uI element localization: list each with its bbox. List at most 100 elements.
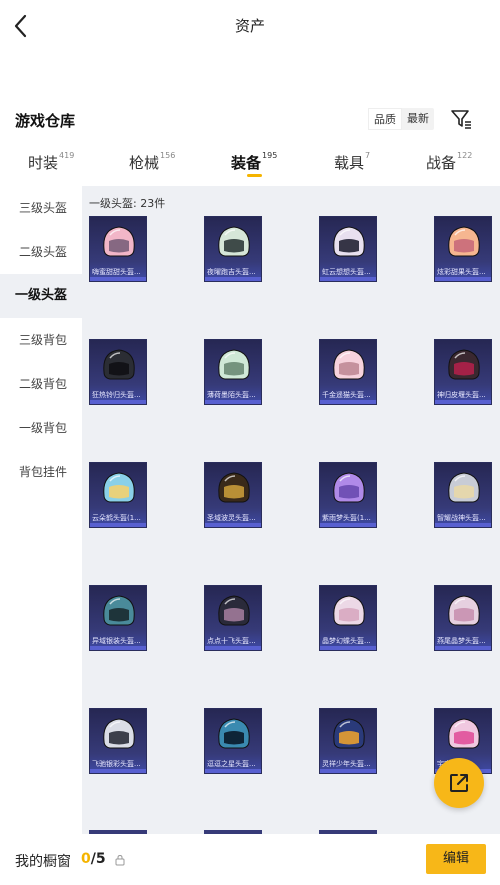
item-card[interactable]: 逗逗之星头盔... [204, 708, 262, 774]
helmet-icon [218, 472, 250, 503]
sort-latest-button[interactable]: 最新 [402, 108, 434, 130]
rarity-band [205, 400, 261, 404]
item-card[interactable]: 炫彩甜果头盔... [434, 216, 492, 282]
sidebar-item-level2-backpack[interactable]: 二级背包 [0, 362, 82, 406]
tab-label: 时装 [28, 154, 59, 172]
tab-count: 419 [59, 151, 75, 160]
item-card[interactable]: 灵祥少年头盔... [319, 708, 377, 774]
rarity-band [205, 277, 261, 281]
item-name: 千金遥猫头盔... [322, 391, 371, 399]
rarity-band [320, 523, 376, 527]
helmet-icon [333, 349, 365, 380]
item-card[interactable]: 燕尾晶梦头盔... [434, 585, 492, 651]
item-name: 异域银装头盔... [92, 637, 141, 645]
tab-count: 7 [365, 151, 371, 160]
filter-icon [451, 110, 471, 129]
item-card[interactable]: 异域银装头盔... [89, 585, 147, 651]
top-bar: 资产 [0, 0, 500, 52]
helmet-icon [333, 718, 365, 749]
item-name: 夜曜跑吉头盔... [207, 268, 256, 276]
item-name: 神归皮堰头盔... [437, 391, 486, 399]
rarity-band [320, 400, 376, 404]
rarity-band [320, 646, 376, 650]
helmet-icon [448, 718, 480, 749]
sidebar-item-backpack-charm[interactable]: 背包挂件 [0, 450, 82, 494]
helmet-icon [333, 595, 365, 626]
item-card[interactable]: 虹云想想头盔... [319, 216, 377, 282]
share-button[interactable] [434, 758, 484, 808]
helmet-icon [103, 718, 135, 749]
item-card[interactable]: 圣域波灵头盔... [204, 462, 262, 528]
item-card[interactable]: 薄荷墨陌头盔... [204, 339, 262, 405]
item-name: 嗨蜜甜甜头盔... [92, 268, 141, 276]
helmet-icon [218, 349, 250, 380]
sidebar-item-level2-helmet[interactable]: 二级头盔 [0, 230, 82, 274]
helmet-icon [103, 349, 135, 380]
helmet-icon [103, 472, 135, 503]
item-card[interactable]: 晶梦幻蝶头盔... [319, 585, 377, 651]
rarity-band [90, 400, 146, 404]
rarity-band [435, 646, 491, 650]
item-name: 灵祥少年头盔... [322, 760, 371, 768]
rarity-band [435, 400, 491, 404]
item-name: 狂热铃归头盔... [92, 391, 141, 399]
warehouse-title: 游戏仓库 [15, 112, 76, 130]
helmet-icon [218, 226, 250, 257]
item-name: 智耀战神头盔... [437, 514, 486, 522]
tab-count: 156 [160, 151, 176, 160]
tab-label: 装备 [231, 154, 262, 172]
tab-combat-gear[interactable]: 战备122 [426, 151, 472, 173]
item-card[interactable]: 嗨蜜甜甜头盔... [89, 216, 147, 282]
active-tab-indicator [247, 174, 262, 177]
helmet-icon [218, 595, 250, 626]
rarity-band [435, 277, 491, 281]
item-card[interactable]: 云朵鹤头盔(1... [89, 462, 147, 528]
rarity-band [320, 769, 376, 773]
sidebar-item-level1-backpack[interactable]: 一级背包 [0, 406, 82, 450]
grid-count-header: 一级头盔: 23件 [89, 197, 166, 210]
item-grid: 一级头盔: 23件 嗨蜜甜甜头盔... 夜曜跑吉头盔... 虹云想想头盔... 炫彩甜… [82, 186, 500, 834]
edit-button[interactable]: 编辑 [426, 844, 486, 874]
rarity-band [435, 523, 491, 527]
rarity-band [205, 646, 261, 650]
sort-toggle: 品质 最新 [368, 108, 434, 130]
filter-button[interactable] [449, 107, 473, 131]
sidebar-item-level3-helmet[interactable]: 三级头盔 [0, 186, 82, 230]
item-card[interactable]: 智耀战神头盔... [434, 462, 492, 528]
showcase-bar: 我的橱窗 0/5 编辑 [0, 834, 500, 885]
rarity-band [90, 523, 146, 527]
showcase-total: /5 [90, 851, 106, 867]
tab-fashion[interactable]: 时装419 [28, 151, 75, 173]
helmet-icon [218, 718, 250, 749]
item-card[interactable]: 狂热铃归头盔... [89, 339, 147, 405]
item-name: 晶梦幻蝶头盔... [322, 637, 371, 645]
rarity-band [90, 769, 146, 773]
item-card[interactable]: 千金遥猫头盔... [319, 339, 377, 405]
tab-vehicles[interactable]: 载具7 [334, 151, 371, 173]
helmet-icon [448, 226, 480, 257]
item-name: 炫彩甜果头盔... [437, 268, 486, 276]
item-name: 圣域波灵头盔... [207, 514, 256, 522]
sidebar-item-level1-helmet[interactable]: 一级头盔 [0, 274, 82, 318]
item-card[interactable]: 神归皮堰头盔... [434, 339, 492, 405]
item-card[interactable]: 紫雨梦头盔(1... [319, 462, 377, 528]
item-card[interactable]: 飞驰银彩头盔... [89, 708, 147, 774]
tab-label: 枪械 [129, 154, 160, 172]
sidebar-item-level3-backpack[interactable]: 三级背包 [0, 318, 82, 362]
rarity-band [90, 646, 146, 650]
item-card[interactable]: 夜曜跑吉头盔... [204, 216, 262, 282]
helmet-icon [448, 595, 480, 626]
showcase-label: 我的橱窗 [15, 854, 71, 870]
rarity-band [90, 277, 146, 281]
tab-equipment[interactable]: 装备195 [231, 151, 278, 173]
tab-label: 载具 [334, 154, 365, 172]
page-title: 资产 [234, 17, 265, 35]
sort-quality-button[interactable]: 品质 [368, 108, 402, 130]
item-name: 云朵鹤头盔(1... [92, 514, 141, 522]
showcase-count: 0/5 [81, 851, 106, 867]
tab-guns[interactable]: 枪械156 [129, 151, 176, 173]
item-card[interactable]: 点点十飞头盔... [204, 585, 262, 651]
category-tabs: 时装419 枪械156 装备195 载具7 战备122 [0, 140, 500, 184]
tab-count: 195 [262, 151, 278, 160]
helmet-icon [333, 226, 365, 257]
